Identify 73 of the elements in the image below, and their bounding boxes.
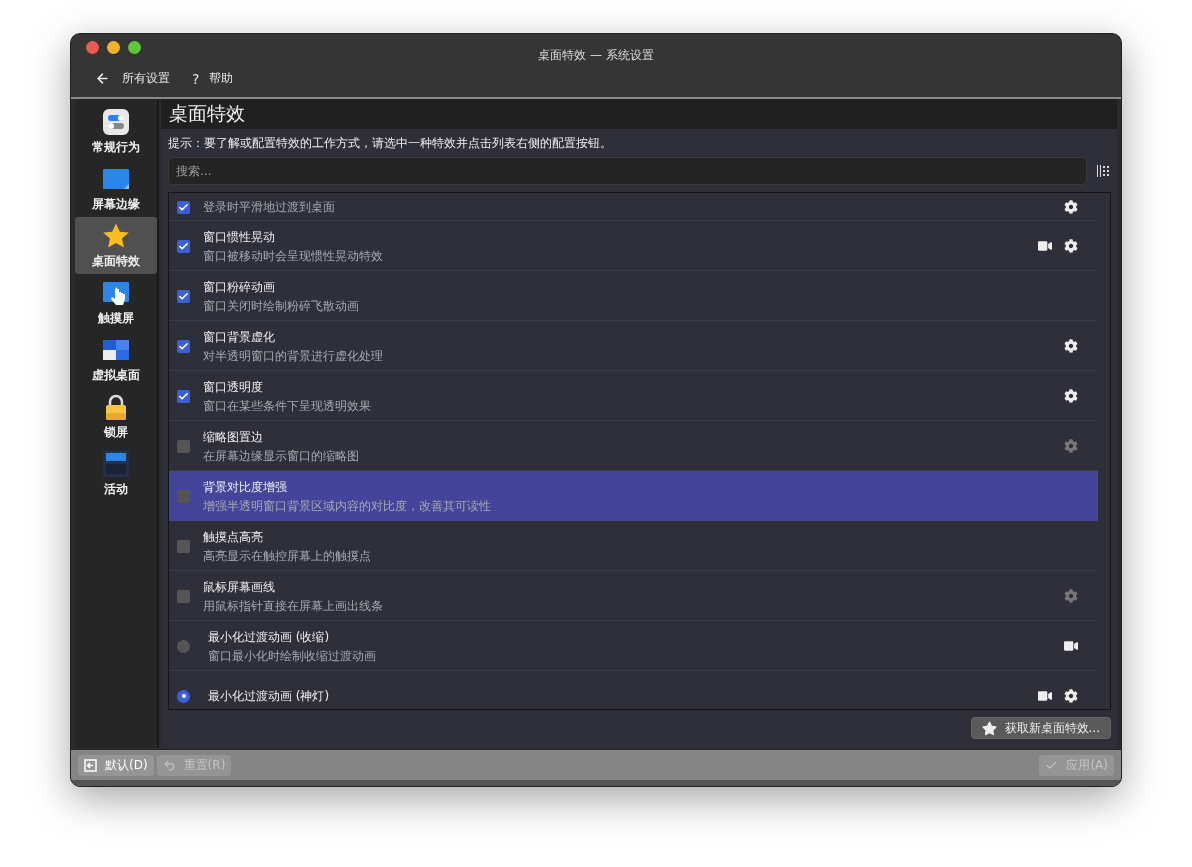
video-icon[interactable] xyxy=(1064,639,1078,653)
settings-icon[interactable] xyxy=(1064,689,1078,703)
checkbox[interactable] xyxy=(177,339,190,353)
effect-description: 高亮显示在触控屏幕上的触摸点 xyxy=(203,548,372,564)
hint-text: 提示：要了解或配置特效的工作方式，请选中一种特效并点击列表右侧的配置按钮。 xyxy=(167,135,613,151)
settings-icon[interactable] xyxy=(1064,239,1078,253)
sidebar-item[interactable]: 常规行为 xyxy=(75,103,157,160)
video-icon[interactable] xyxy=(1038,689,1052,703)
sidebar-item[interactable]: 锁屏 xyxy=(75,388,157,445)
settings-icon[interactable] xyxy=(1064,200,1078,214)
page-title: 桌面特效 xyxy=(169,101,245,126)
effect-description: 用鼠标指针直接在屏幕上画出线条 xyxy=(203,598,384,614)
checkbox[interactable] xyxy=(177,439,190,453)
checkbox[interactable] xyxy=(177,589,190,603)
effect-row[interactable]: 登录时平滑地过渡到桌面 xyxy=(169,193,1098,221)
effect-description: 在屏幕边缘显示窗口的缩略图 xyxy=(203,448,360,464)
effect-description: 窗口最小化时绘制收缩过渡动画 xyxy=(208,648,377,664)
radio-button[interactable] xyxy=(177,639,190,653)
effect-row[interactable]: 窗口背景虚化 对半透明窗口的背景进行虚化处理 xyxy=(169,321,1098,371)
sidebar-item[interactable]: 虚拟桌面 xyxy=(75,331,157,388)
checkbox[interactable] xyxy=(177,200,190,214)
toggles-icon xyxy=(102,107,130,136)
effect-description: 增强半透明窗口背景区域内容的对比度，改善其可读性 xyxy=(203,498,492,514)
get-new-effects-button[interactable]: 获取新桌面特效... xyxy=(970,717,1111,739)
search-field[interactable]: 搜索... xyxy=(168,157,1087,185)
effect-title: 窗口背景虚化 xyxy=(203,328,276,346)
effect-row[interactable]: 鼠标屏幕画线 用鼠标指针直接在屏幕上画出线条 xyxy=(169,571,1098,621)
effect-title: 最小化过渡动画 (神灯) xyxy=(208,687,331,705)
columns-icon[interactable] xyxy=(1097,165,1109,177)
zoom-button[interactable] xyxy=(128,40,141,54)
effect-title: 窗口透明度 xyxy=(203,378,264,396)
checkbox[interactable] xyxy=(177,239,190,253)
help-button[interactable]: 帮助 xyxy=(205,68,238,89)
radio-button[interactable] xyxy=(177,689,190,703)
sidebar-item[interactable]: 桌面特效 xyxy=(75,217,157,274)
sidebar-item[interactable]: 屏幕边缘 xyxy=(75,160,157,217)
sidebar-item[interactable]: 触摸屏 xyxy=(75,274,157,331)
checkbox[interactable] xyxy=(177,489,190,503)
effect-row[interactable]: 窗口惯性晃动 窗口被移动时会呈现惯性晃动特效 xyxy=(169,221,1098,271)
effect-row[interactable]: 缩略图置边 在屏幕边缘显示窗口的缩略图 xyxy=(169,421,1098,471)
checkbox[interactable] xyxy=(177,289,190,303)
restore-icon xyxy=(84,758,97,772)
effect-description: 窗口关闭时绘制粉碎飞散动画 xyxy=(203,298,360,314)
minimize-button[interactable] xyxy=(107,40,120,54)
checkbox[interactable] xyxy=(177,539,190,553)
activities-icon xyxy=(102,449,130,478)
effect-title: 触摸点高亮 xyxy=(203,528,264,546)
effect-description: 登录时平滑地过渡到桌面 xyxy=(203,199,336,215)
undo-icon xyxy=(162,758,176,772)
effect-title: 窗口惯性晃动 xyxy=(203,228,276,246)
window-title: 桌面特效 — 系统设置 xyxy=(537,47,655,64)
sidebar-item[interactable]: 活动 xyxy=(75,445,157,502)
effect-description: 窗口被移动时会呈现惯性晃动特效 xyxy=(203,248,384,264)
effect-title: 窗口粉碎动画 xyxy=(203,278,276,296)
effect-title: 背景对比度增强 xyxy=(203,478,288,496)
effect-description: 窗口在某些条件下呈现透明效果 xyxy=(203,398,372,414)
checkbox[interactable] xyxy=(177,389,190,403)
back-button[interactable]: 所有设置 xyxy=(91,68,174,89)
star-icon xyxy=(981,720,997,736)
close-button[interactable] xyxy=(86,40,99,54)
effect-title: 鼠标屏幕画线 xyxy=(203,578,276,596)
effect-description: 对半透明窗口的背景进行虚化处理 xyxy=(203,348,384,364)
effect-row[interactable]: 触摸点高亮 高亮显示在触控屏幕上的触摸点 xyxy=(169,521,1098,571)
effect-row[interactable]: 背景对比度增强 增强半透明窗口背景区域内容的对比度，改善其可读性 xyxy=(169,471,1098,521)
effect-row[interactable]: 最小化过渡动画 (收缩) 窗口最小化时绘制收缩过渡动画 xyxy=(169,621,1098,671)
video-icon[interactable] xyxy=(1038,239,1052,253)
help-mark: ? xyxy=(192,70,200,87)
effect-row[interactable]: 窗口透明度 窗口在某些条件下呈现透明效果 xyxy=(169,371,1098,421)
effect-title: 缩略图置边 xyxy=(203,428,264,446)
settings-icon[interactable] xyxy=(1064,389,1078,403)
effect-title: 最小化过渡动画 (收缩) xyxy=(208,628,331,646)
settings-icon[interactable] xyxy=(1064,339,1078,353)
effect-row[interactable]: 窗口粉碎动画 窗口关闭时绘制粉碎飞散动画 xyxy=(169,271,1098,321)
